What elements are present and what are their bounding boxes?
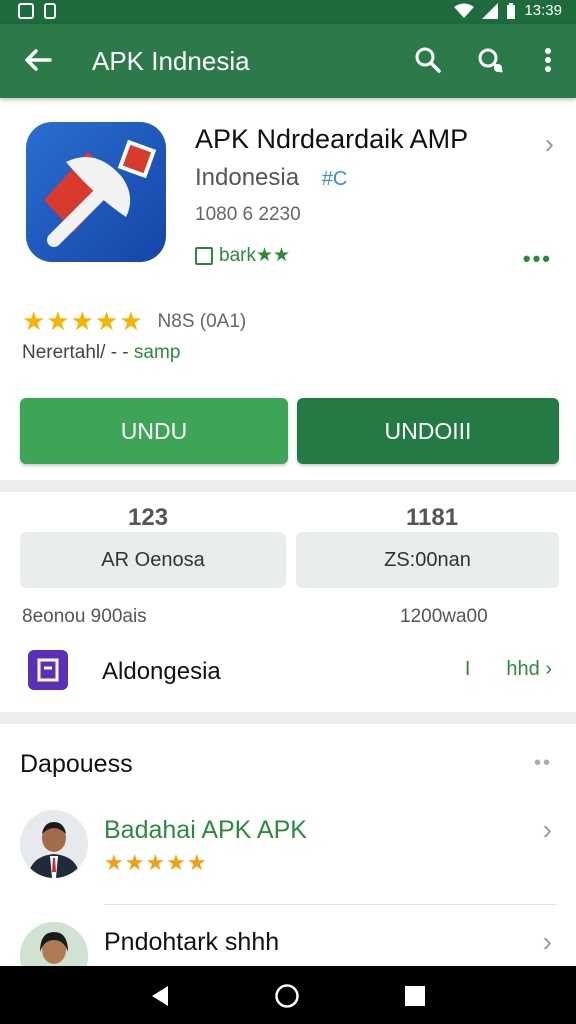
developer-name: Aldongesia bbox=[102, 658, 221, 685]
signal-icon bbox=[482, 2, 499, 19]
navigation-bar bbox=[0, 966, 576, 1024]
publisher-name[interactable]: Indonesia bbox=[195, 164, 299, 191]
app-name: APK Ndrdeardaik AMP bbox=[195, 124, 469, 154]
nav-recents-icon[interactable] bbox=[404, 985, 426, 1007]
search-icon[interactable] bbox=[412, 44, 444, 76]
chevron-right-icon[interactable]: › bbox=[543, 814, 552, 846]
rating-row: ★★★★★ N8S (0A1) bbox=[22, 306, 246, 337]
developer-info-b[interactable]: hhd › bbox=[506, 658, 552, 681]
stat-caption: 1200wa00 bbox=[400, 606, 488, 627]
stat-number: 1181 bbox=[406, 504, 459, 531]
notification-icon bbox=[18, 3, 34, 19]
item-stars: ★★★★★ bbox=[104, 850, 208, 875]
app-numbers: 1080 6 2230 bbox=[195, 204, 301, 225]
developer-icon bbox=[28, 650, 68, 690]
download-button[interactable]: UNDU bbox=[20, 398, 288, 464]
meta-link[interactable]: samp bbox=[134, 342, 180, 363]
rating-text: N8S (0A1) bbox=[157, 310, 247, 332]
voice-search-icon[interactable] bbox=[474, 44, 506, 76]
app-badge: bark★★ bbox=[195, 244, 290, 267]
chevron-right-icon[interactable]: › bbox=[545, 128, 554, 160]
developer-info-a: I bbox=[464, 658, 471, 680]
badge-label: bark★★ bbox=[219, 245, 291, 266]
item-title: Pndohtark shhh bbox=[104, 928, 280, 956]
avatar bbox=[20, 810, 88, 878]
status-bar: 13:39 bbox=[0, 0, 576, 24]
install-button[interactable]: UNDOIII bbox=[297, 398, 559, 464]
notification-icon bbox=[44, 3, 56, 19]
stat-box[interactable]: AR Oenosa bbox=[20, 532, 286, 588]
divider bbox=[0, 480, 576, 492]
back-arrow-icon[interactable] bbox=[22, 44, 54, 76]
publisher-tag: #C bbox=[321, 168, 348, 190]
more-dots-icon[interactable]: ••• bbox=[523, 246, 552, 272]
meta-prefix: Nerertahl/ - - bbox=[22, 342, 129, 363]
meta-row: Nerertahl/ - - samp bbox=[22, 342, 180, 364]
item-title: Badahai APK APK bbox=[104, 816, 307, 844]
stat-number: 123 bbox=[128, 504, 169, 531]
developer-row[interactable]: Aldongesia I hhd › bbox=[0, 646, 576, 696]
divider bbox=[0, 712, 576, 724]
chevron-right-icon: › bbox=[545, 658, 552, 680]
app-logo-icon bbox=[44, 139, 157, 247]
app-publisher[interactable]: Indonesia #C bbox=[195, 164, 347, 192]
developer-actions: I hhd › bbox=[465, 658, 552, 681]
divider bbox=[104, 904, 556, 905]
chevron-right-icon[interactable]: › bbox=[543, 926, 552, 958]
badge-icon bbox=[195, 246, 213, 265]
nav-home-icon[interactable] bbox=[274, 983, 300, 1009]
more-dots-icon[interactable]: •• bbox=[534, 752, 552, 775]
app-icon bbox=[26, 122, 166, 262]
nav-back-icon[interactable] bbox=[148, 984, 172, 1008]
app-bar: APK Indnesia bbox=[0, 24, 576, 98]
battery-icon bbox=[507, 2, 516, 19]
overflow-menu-icon[interactable] bbox=[532, 44, 564, 76]
rating-stars: ★★★★★ bbox=[22, 306, 144, 336]
app-bar-title: APK Indnesia bbox=[92, 46, 250, 76]
list-item[interactable]: Badahai APK APK ★★★★★ › bbox=[0, 808, 576, 898]
section-title: Dapouess bbox=[20, 750, 133, 778]
wifi-icon bbox=[454, 3, 475, 18]
stat-box[interactable]: ZS:00nan bbox=[296, 532, 559, 588]
stat-caption: 8eonou 900ais bbox=[22, 606, 147, 627]
status-time: 13:39 bbox=[524, 2, 562, 19]
